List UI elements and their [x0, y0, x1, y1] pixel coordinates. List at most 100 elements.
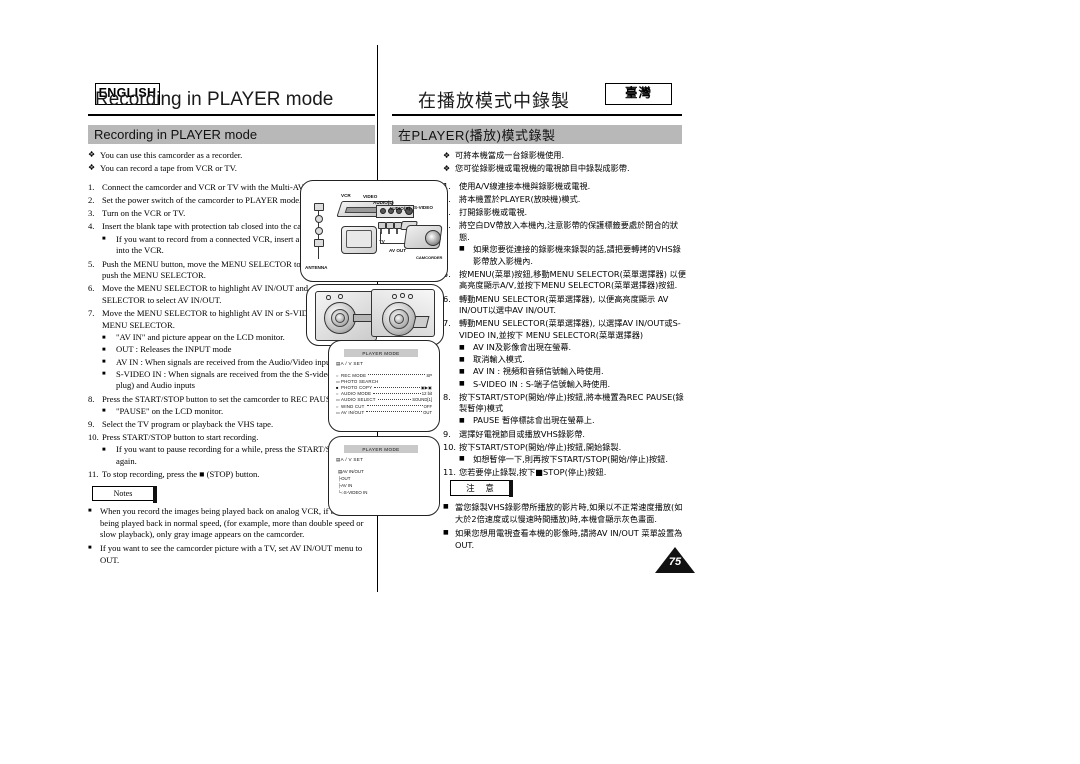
menu-item-label: AUDIO SELECT [341, 397, 376, 403]
label-antenna: ANTENNA [305, 265, 328, 270]
menu-item-label: AV IN/OUT [341, 409, 365, 415]
note-cn-item: ■ 當您錄製VHS錄影帶所播放的影片時,如果以不正常速度播放(如大於2倍速度或以慢… [443, 502, 686, 526]
camcorder-controls-diagram [306, 284, 444, 346]
manual-page: ENGLISH 臺灣 Recording in PLAYER mode 在播放模… [0, 0, 1080, 764]
intro-bullets-chinese: ❖ 可將本機當成一台錄影機使用. ❖ 您可從錄影機或電視機的電視節目中錄製成影帶. [443, 150, 686, 174]
step-number: 7. [88, 308, 95, 319]
step-text: 轉動MENU SELECTOR(菜單選擇器), 以選擇AV IN/OUT或S-V… [459, 318, 681, 340]
menu-item-value: ▣▶▣ [420, 384, 432, 390]
lcd-menu-option[interactable]: └○ S-VIDEO IN [338, 489, 367, 496]
step-number: 9. [443, 428, 451, 439]
step-sub-item: ■ AV IN : 視頻和音頻信號輸入時使用. [443, 366, 686, 378]
step-text: 選擇好電視節目或播放VHS錄影帶. [459, 428, 585, 439]
chinese-step: 11. 您若要停止錄製,按下■STOP(停止)按鈕. [443, 467, 686, 479]
plug-audio-l [386, 222, 394, 234]
lcd-menu-option[interactable]: ├ OUT [338, 475, 367, 482]
chinese-step: 8. 按下START/STOP(開始/停止)按鈕,將本機置為REC PAUSE(錄… [443, 392, 686, 415]
step-number: 6. [88, 283, 95, 294]
camcorder-side-panel [315, 291, 377, 341]
chinese-step: 9. 選擇好電視節目或播放VHS錄影帶. [443, 429, 686, 441]
step-sub-item: ■ 如果您要從連接的錄影機來錄製的話,請把要轉拷的VHS錄影帶放入影機內. [443, 244, 686, 267]
lcd-option-label: S-VIDEO IN [343, 490, 368, 495]
square-bullet-icon: ■ [459, 367, 465, 375]
lcd1-menu-rows: ○ REC MODE SP ▭ PHOTO SEARCH ■ PHOTO COPY ▣▶▣ ○ A… [336, 372, 432, 415]
notes-label-chinese: 注 意 [450, 480, 513, 497]
section-heading-chinese: 在PLAYER(播放)模式錄製 [392, 125, 682, 144]
leader-dots [366, 404, 423, 407]
notes-tab-english: Notes [92, 486, 157, 503]
step-text: 將空白DV帶放入本機內,注意影帶的保護標籤要處於閉合的狀態. [459, 220, 679, 242]
step-text: 按下START/STOP(開始/停止)按鈕,將本機置為REC PAUSE(錄製暫… [459, 391, 684, 414]
lcd-menu-screen-av-set: PLAYER MODE ▤A / V SET ○ REC MODE SP ▭ PHOTO… [328, 340, 440, 432]
step-number: 1. [88, 181, 95, 192]
label-audio-r: AUDIO(R) [389, 206, 411, 211]
menu-item-value: OUT [423, 409, 432, 415]
leader-dots [368, 373, 426, 376]
note-cn-text: 當您錄製VHS錄影帶所播放的影片時,如果以不正常速度播放(如大於2倍速度或以慢速… [455, 502, 683, 524]
intro-bullet-cn-item: ❖ 您可從錄影機或電視機的電視節目中錄製成影帶. [443, 163, 686, 175]
label-audio-l: AUDIO(L) [373, 200, 394, 205]
step-number: 8. [88, 393, 95, 404]
title-rule-english [88, 114, 375, 116]
plug-audio-r [394, 222, 402, 234]
square-bullet-icon: ■ [102, 446, 106, 453]
note-en-text: If you want to see the camcorder picture… [100, 543, 363, 565]
note-cn-item: ■ 如果您想用電視查看本機的影像時,請將AV IN/OUT 菜單設置為OUT. [443, 528, 686, 552]
diamond-bullet-icon: ❖ [443, 151, 451, 160]
intro-bullet-cn-text: 您可從錄影機或電視機的電視節目中錄製成影帶. [455, 162, 630, 173]
lcd-menu-screen-av-inout: PLAYER MODE ▤A / V SET ▤AV IN/OUT ├ OUT ├ … [328, 436, 440, 516]
notes-body-chinese: ■ 當您錄製VHS錄影帶所播放的影片時,如果以不正常速度播放(如大於2倍速度或以慢… [443, 502, 686, 554]
menu-item-value: OFF [423, 403, 432, 409]
diamond-bullet-icon: ❖ [88, 162, 96, 172]
leader-dots [374, 386, 420, 388]
step-number: 5. [88, 258, 95, 269]
step-sub-text: PAUSE 暫停標誌會出現在螢幕上. [473, 415, 595, 426]
square-bullet-icon: ■ [102, 371, 106, 378]
lcd-menu-option[interactable]: ├ AV IN [338, 482, 367, 489]
notes-tab-chinese: 注 意 [450, 480, 513, 497]
square-bullet-icon: ■ [88, 508, 92, 514]
square-bullet-icon: ■ [459, 380, 465, 388]
square-bullet-icon: ■ [459, 343, 465, 351]
connection-diagram: VCR TV ANTENNA VIDEO AUDIO(L) AUDIO(R) S… [300, 180, 448, 282]
step-text: 使用A/V線連接本機與錄影機或電視. [459, 180, 591, 191]
intro-bullet-en-item: ❖ You can record a tape from VCR or TV. [88, 163, 378, 175]
intro-bullet-en-item: ❖ You can use this camcorder as a recorde… [88, 150, 378, 162]
page-title-chinese: 在播放模式中錄製 [418, 91, 570, 111]
chinese-step: 10. 按下START/STOP(開始/停止)按鈕,開始錄製. [443, 442, 686, 454]
step-number: 4. [88, 221, 95, 232]
square-bullet-icon: ■ [459, 416, 465, 424]
menu-item-label: WIND CUT [341, 403, 365, 409]
section-heading-english: Recording in PLAYER mode [88, 125, 375, 144]
lcd2-submenu: ▤A / V SET [336, 457, 364, 462]
intro-bullet-cn-item: ❖ 可將本機當成一台錄影機使用. [443, 150, 686, 162]
leader-dots [366, 410, 423, 413]
square-bullet-icon: ■ [443, 503, 449, 510]
lcd-menu-group[interactable]: ▤AV IN/OUT [338, 468, 367, 475]
lcd1-submenu: ▤A / V SET [336, 361, 364, 366]
label-s-video: S-VIDEO [414, 205, 433, 210]
intro-bullet-en-text: You can use this camcorder as a recorder… [100, 150, 243, 160]
step-sub-item: ■ PAUSE 暫停標誌會出現在螢幕上. [443, 415, 686, 427]
page-title-english: Recording in PLAYER mode [95, 89, 334, 110]
menu-item-label: PHOTO SEARCH [341, 378, 379, 384]
step-number: 11. [443, 467, 457, 478]
step-number: 2. [88, 195, 95, 206]
intro-bullet-en-text: You can record a tape from VCR or TV. [100, 162, 237, 173]
square-bullet-icon: ■ [443, 528, 449, 536]
page-number-value: 75 [668, 556, 682, 568]
label-vcr: VCR [341, 193, 351, 198]
plug-video [378, 222, 386, 234]
step-sub-text: AV IN及影像會出現在螢幕. [473, 342, 572, 353]
lcd-menu-row[interactable]: ▭ AV IN/OUT OUT [336, 409, 432, 415]
antenna-jack-bottom [314, 239, 324, 247]
square-bullet-icon: ■ [102, 408, 106, 415]
label-camcorder: CAMCORDER [416, 255, 443, 260]
chinese-step: 5.按MENU(菜單)按鈕,移動MENU SELECTOR(菜單選擇器) 以便高… [443, 269, 686, 292]
step-number: 10. [88, 432, 99, 443]
instructions-chinese: ❖ 可將本機當成一台錄影機使用. ❖ 您可從錄影機或電視機的電視節目中錄製成影帶. 1… [443, 150, 686, 479]
lcd1-title: PLAYER MODE [344, 349, 418, 357]
note-en-item: ■ If you want to see the camcorder pictur… [88, 543, 380, 566]
square-bullet-icon: ■ [459, 355, 465, 363]
leader-dots [377, 398, 412, 401]
